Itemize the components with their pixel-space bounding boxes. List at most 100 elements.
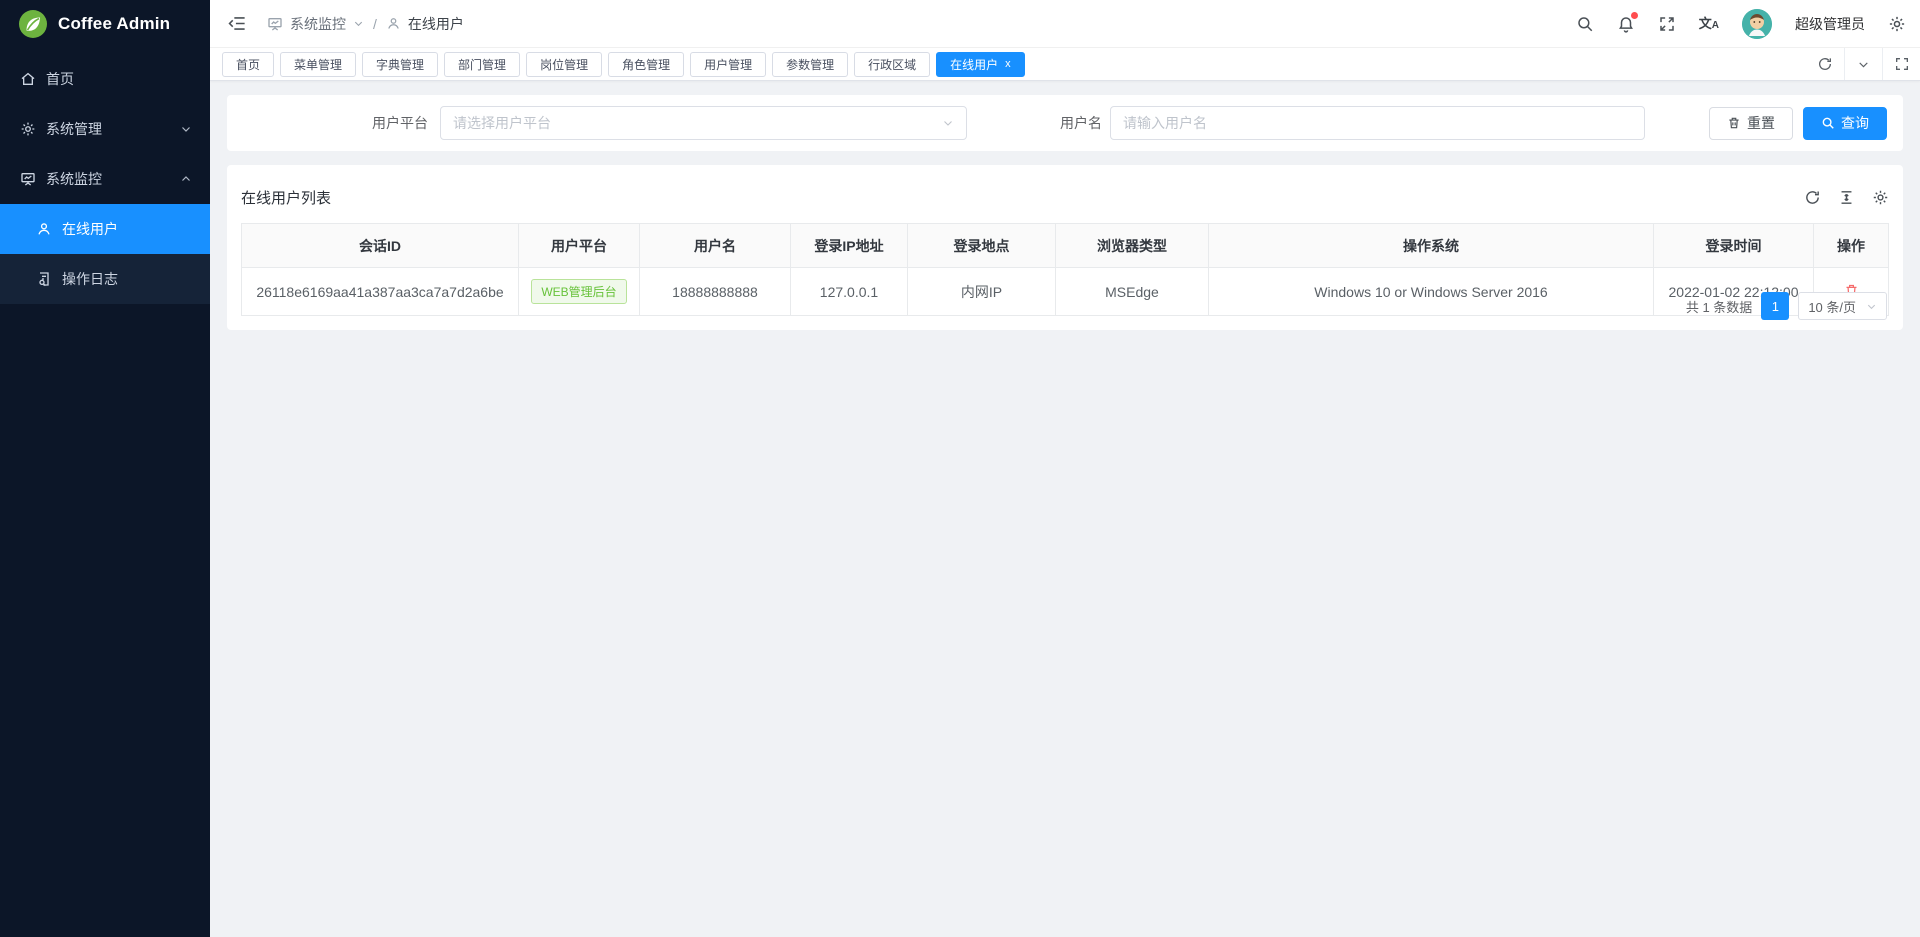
sidebar: Coffee Admin 首页 系统管理 — [0, 0, 210, 937]
table-tools — [1804, 189, 1889, 206]
username-input[interactable] — [1123, 115, 1632, 131]
tab-admin-region[interactable]: 行政区域 — [854, 52, 930, 77]
trash-icon — [1727, 116, 1741, 130]
platform-select-placeholder: 请选择用户平台 — [453, 113, 942, 133]
search-icon[interactable] — [1576, 15, 1594, 33]
search-button[interactable]: 查询 — [1803, 107, 1887, 140]
open-page-tabs: 首页 菜单管理 字典管理 部门管理 岗位管理 角色管理 用户管理 参数管理 行政… — [222, 52, 1806, 77]
settings-gear-icon[interactable] — [1888, 15, 1906, 33]
column-header-browser: 浏览器类型 — [1056, 224, 1209, 268]
main-area: 系统监控 / 在线用户 — [210, 0, 1920, 937]
sidebar-item-online-user[interactable]: 在线用户 — [0, 204, 210, 254]
column-header-platform: 用户平台 — [519, 224, 640, 268]
tab-dict-management[interactable]: 字典管理 — [362, 52, 438, 77]
search-button-label: 查询 — [1841, 113, 1869, 133]
tab-online-user[interactable]: 在线用户 x — [936, 52, 1025, 77]
filter-panel: 用户平台 请选择用户平台 用户名 重置 — [227, 95, 1903, 151]
cell-session-id: 26118e6169aa41a387aa3ca7a7d2a6be — [242, 268, 519, 316]
avatar[interactable] — [1742, 9, 1772, 39]
tab-dept-management[interactable]: 部门管理 — [444, 52, 520, 77]
sidebar-menu: 首页 系统管理 系统监控 — [0, 54, 210, 304]
column-header-os: 操作系统 — [1209, 224, 1654, 268]
sidebar-item-system-monitor[interactable]: 系统监控 — [0, 154, 210, 204]
page-tab-bar: 首页 菜单管理 字典管理 部门管理 岗位管理 角色管理 用户管理 参数管理 行政… — [210, 48, 1920, 81]
tab-close-icon[interactable]: x — [1005, 59, 1011, 70]
chevron-down-icon[interactable] — [353, 18, 364, 29]
tab-role-management[interactable]: 角色管理 — [608, 52, 684, 77]
tab-label: 角色管理 — [622, 56, 670, 73]
chevron-up-icon — [180, 173, 192, 185]
username-label: 用户名 — [1060, 113, 1102, 133]
tab-label: 字典管理 — [376, 56, 424, 73]
sidebar-item-system-management[interactable]: 系统管理 — [0, 104, 210, 154]
notification-bell-icon[interactable] — [1617, 15, 1635, 33]
tab-label: 在线用户 — [950, 56, 998, 73]
sidebar-item-label: 系统管理 — [46, 119, 170, 139]
online-user-table: 会话ID 用户平台 用户名 登录IP地址 登录地点 浏览器类型 操作系统 登录时… — [241, 223, 1889, 316]
sidebar-item-label: 首页 — [46, 69, 192, 89]
chevron-down-icon — [942, 117, 954, 129]
pagination-total: 共 1 条数据 — [1686, 297, 1752, 316]
sidebar-item-home[interactable]: 首页 — [0, 54, 210, 104]
platform-tag: WEB管理后台 — [531, 279, 626, 304]
monitor-icon — [267, 16, 283, 32]
cell-platform: WEB管理后台 — [519, 268, 640, 316]
tab-home[interactable]: 首页 — [222, 52, 274, 77]
page-1-button[interactable]: 1 — [1761, 292, 1789, 320]
top-header: 系统监控 / 在线用户 — [210, 0, 1920, 48]
user-icon — [386, 16, 401, 31]
user-icon — [36, 221, 52, 237]
coffee-admin-logo-icon — [18, 9, 48, 39]
search-icon — [1821, 116, 1835, 130]
platform-label: 用户平台 — [243, 113, 440, 133]
breadcrumb-item-system-monitor[interactable]: 系统监控 — [290, 14, 346, 34]
column-header-ip: 登录IP地址 — [791, 224, 908, 268]
cell-os: Windows 10 or Windows Server 2016 — [1209, 268, 1654, 316]
notification-dot — [1631, 12, 1638, 19]
app-logo-row[interactable]: Coffee Admin — [0, 0, 210, 48]
fold-sidebar-icon[interactable] — [228, 14, 247, 33]
pagination: 共 1 条数据 1 10 条/页 — [1686, 292, 1887, 320]
chevron-down-icon — [180, 123, 192, 135]
tab-options-chevron-icon[interactable] — [1844, 48, 1882, 80]
tab-label: 菜单管理 — [294, 56, 342, 73]
cell-browser: MSEdge — [1056, 268, 1209, 316]
table-row: 26118e6169aa41a387aa3ca7a7d2a6be WEB管理后台… — [242, 268, 1889, 316]
column-header-username: 用户名 — [640, 224, 791, 268]
chevron-down-icon — [1866, 301, 1877, 312]
filter-actions: 重置 查询 — [1709, 107, 1887, 140]
page-size-select[interactable]: 10 条/页 — [1798, 292, 1887, 320]
sidebar-item-operation-log[interactable]: 操作日志 — [0, 254, 210, 304]
tab-label: 行政区域 — [868, 56, 916, 73]
current-user-name[interactable]: 超级管理员 — [1795, 14, 1865, 34]
system-monitor-submenu: 在线用户 操作日志 — [0, 204, 210, 304]
platform-select[interactable]: 请选择用户平台 — [440, 106, 967, 140]
tab-menu-management[interactable]: 菜单管理 — [280, 52, 356, 77]
breadcrumb-separator: / — [373, 16, 377, 32]
column-settings-gear-icon[interactable] — [1872, 189, 1889, 206]
tab-post-management[interactable]: 岗位管理 — [526, 52, 602, 77]
tab-bar-tools — [1806, 48, 1920, 80]
tab-user-management[interactable]: 用户管理 — [690, 52, 766, 77]
online-user-list-card: 在线用户列表 — [227, 165, 1903, 330]
app-title: Coffee Admin — [58, 14, 170, 34]
row-density-icon[interactable] — [1838, 189, 1855, 206]
breadcrumb-item-online-user: 在线用户 — [408, 14, 464, 34]
content-fullscreen-icon[interactable] — [1882, 48, 1920, 80]
card-title: 在线用户列表 — [241, 187, 331, 208]
reset-button-label: 重置 — [1747, 113, 1775, 133]
reset-button[interactable]: 重置 — [1709, 107, 1793, 140]
home-icon — [20, 71, 36, 87]
tab-label: 首页 — [236, 56, 260, 73]
refresh-page-icon[interactable] — [1806, 48, 1844, 80]
breadcrumb: 系统监控 / 在线用户 — [267, 14, 464, 34]
cell-username: 18888888888 — [640, 268, 791, 316]
fullscreen-icon[interactable] — [1658, 15, 1676, 33]
username-input-wrap — [1110, 106, 1645, 140]
cell-ip: 127.0.0.1 — [791, 268, 908, 316]
tab-label: 用户管理 — [704, 56, 752, 73]
tab-param-management[interactable]: 参数管理 — [772, 52, 848, 77]
column-header-actions: 操作 — [1814, 224, 1889, 268]
refresh-table-icon[interactable] — [1804, 189, 1821, 206]
translate-icon[interactable]: 文A — [1699, 17, 1719, 31]
